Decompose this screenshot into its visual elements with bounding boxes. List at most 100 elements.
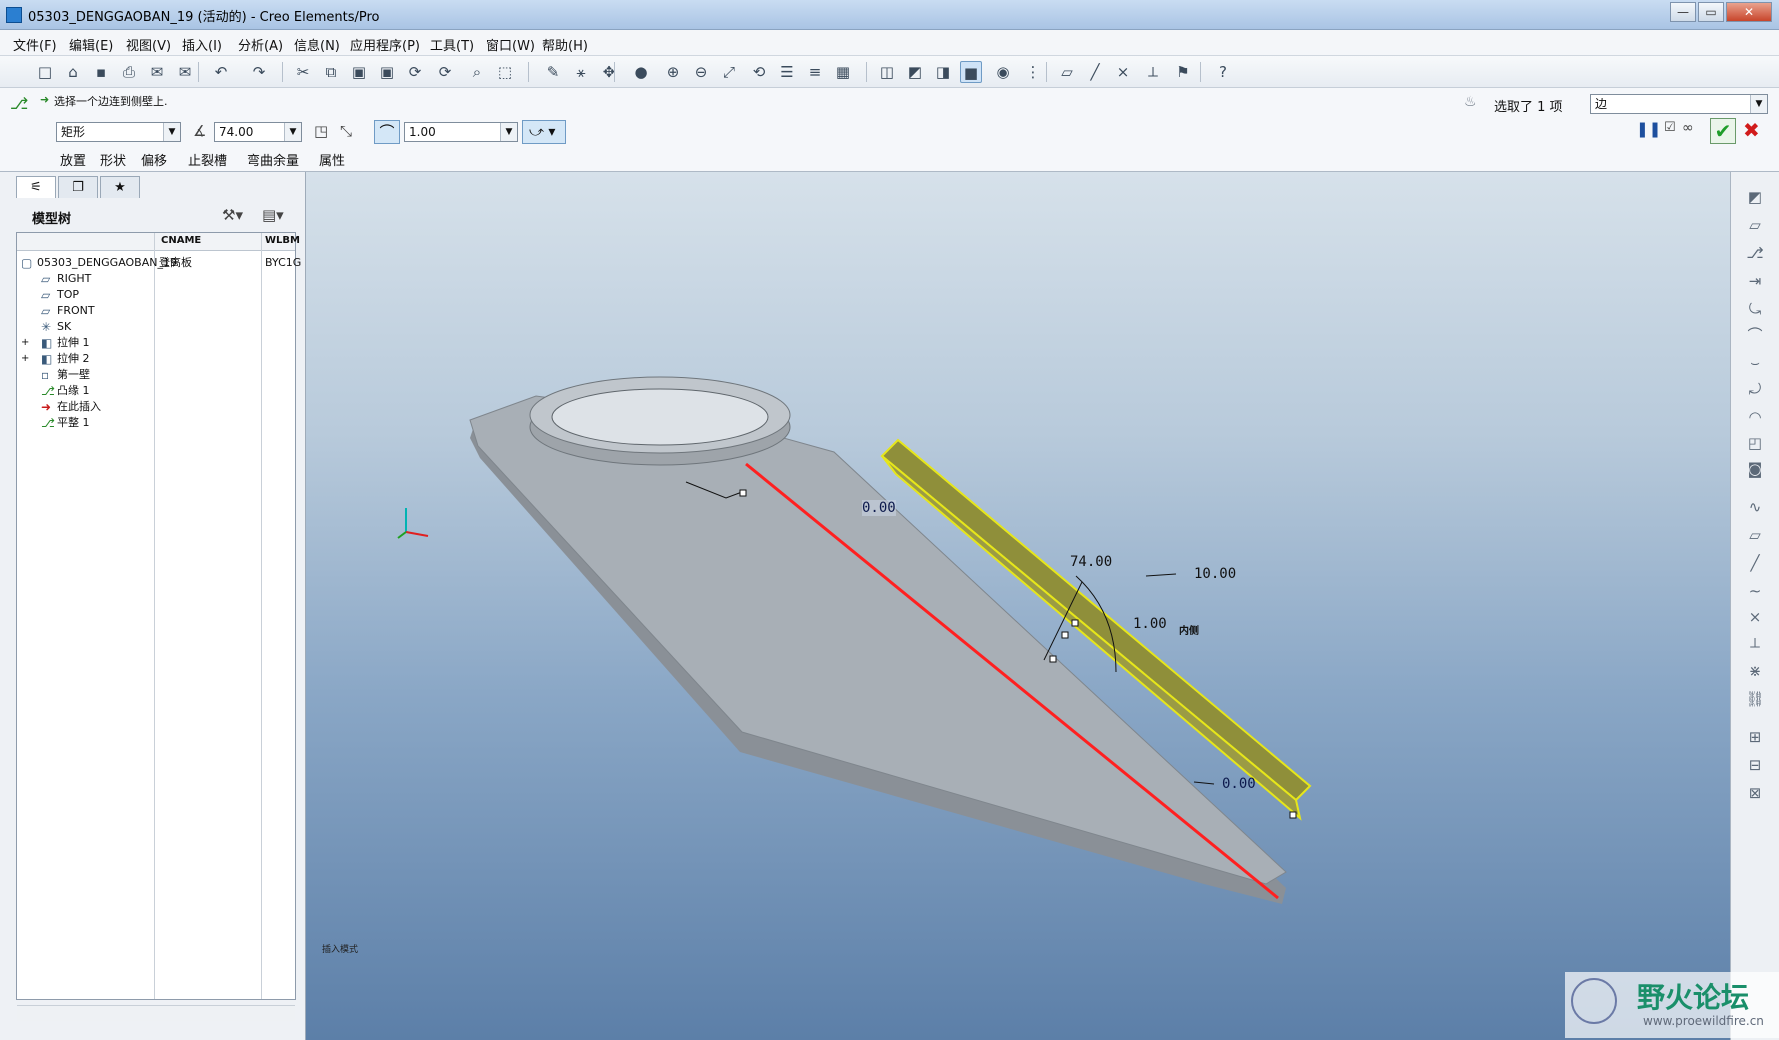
copy-icon[interactable]: ⧉ [320,61,342,83]
flatten-icon[interactable]: ⊠ [1743,782,1767,804]
zoom-out-icon[interactable]: ⊖ [690,61,712,83]
menu-edit[interactable]: 编辑(E) [69,35,113,54]
confirm-check-icon[interactable]: ✔ [1710,118,1736,144]
whats-this-icon[interactable]: ? [1212,61,1234,83]
bend-icon[interactable]: ⌒ [1743,324,1767,346]
model-tree-tab-icon[interactable]: ⚟ [16,176,56,198]
sketched-curve-icon[interactable]: ∼ [1743,580,1767,602]
tab-offset[interactable]: 偏移 [141,150,167,169]
unattached-wall-icon[interactable]: ◩ [1743,186,1767,208]
tab-shape[interactable]: 形状 [100,150,126,169]
sketch-shape-icon[interactable]: ◳ [314,122,328,140]
no-hidden-icon[interactable]: ◨ [932,61,954,83]
shape-select[interactable]: 矩形 ▼ [56,122,181,142]
tree-row[interactable]: ⎇ 凸缘 1 [17,383,295,399]
tree-row[interactable]: ▱ TOP [17,287,295,303]
conversion-icon[interactable]: ⊟ [1743,754,1767,776]
select-box-icon[interactable]: ⬚ [494,61,516,83]
close-button[interactable]: ✕ [1726,2,1772,22]
print-icon[interactable]: ⎙ [118,61,140,83]
insert-feature-icon[interactable]: ⊞ [1743,726,1767,748]
new-icon[interactable]: □ [34,61,56,83]
model-canvas[interactable] [306,172,1730,1040]
drag-handle[interactable] [1071,619,1079,627]
view-manager-icon[interactable]: ▦ [832,61,854,83]
regen-manager-icon[interactable]: ⟳ [434,61,456,83]
tree-row[interactable]: ⎇ 平整 1 [17,415,295,431]
menu-insert[interactable]: 插入(I) [182,35,222,54]
datum-plane-icon[interactable]: ▱ [1743,524,1767,546]
graphics-window[interactable]: 0.00 74.00 10.00 1.00 内侧 0.00 插入模式 [306,172,1730,1040]
paste-special-icon[interactable]: ▣ [376,61,398,83]
flip-direction-icon[interactable]: ⤡ [340,122,352,140]
menu-help[interactable]: 帮助(H) [542,35,588,54]
layers-icon[interactable]: ≡ [804,61,826,83]
radius-input[interactable]: 1.00 ▼ [404,122,518,142]
drag-handle[interactable] [1049,655,1057,663]
drag-handle[interactable] [1061,631,1069,639]
datum-axis-icon[interactable]: ╱ [1743,552,1767,574]
maximize-button[interactable]: ▭ [1698,2,1724,22]
tree-columns-icon[interactable]: ▤▾ [262,206,284,224]
paste-icon[interactable]: ▣ [348,61,370,83]
regenerate-icon[interactable]: ⟳ [404,61,426,83]
unbend-icon[interactable]: ⌣ [1743,352,1767,374]
datum-toggle-icon[interactable]: ⋮ [1022,61,1044,83]
minimize-button[interactable]: — [1670,2,1696,22]
bend-back-icon[interactable]: ⤾ [1743,378,1767,400]
hidden-line-icon[interactable]: ◩ [904,61,926,83]
flat-wall-icon[interactable]: ▱ [1743,214,1767,236]
datum-point-icon[interactable]: × [1112,61,1134,83]
edge-bend-icon[interactable]: ◠ [1743,406,1767,428]
column-header-cname[interactable]: CNAME [161,235,201,246]
tree-row[interactable]: ➜ 在此插入 [17,399,295,415]
offset-point-icon[interactable]: ⋇ [1743,660,1767,682]
csys-icon[interactable]: ⟂ [1142,61,1164,83]
preview-checkbox[interactable]: ☑ [1664,120,1676,135]
menu-applications[interactable]: 应用程序(P) [350,35,420,54]
expand-toggle-icon[interactable]: + [21,335,29,351]
extend-wall-icon[interactable]: ⇥ [1743,270,1767,292]
tree-row[interactable]: + ◧ 拉伸 2 [17,351,295,367]
email-link-icon[interactable]: ✉ [174,61,196,83]
angle-input[interactable]: 74.00 ▼ [214,122,302,142]
tab-properties[interactable]: 属性 [319,150,345,169]
tree-row[interactable]: ▫ 第一壁 [17,367,295,383]
column-header-wlbm[interactable]: WLBM [265,235,300,246]
tree-row[interactable]: ▱ RIGHT [17,271,295,287]
tree-row[interactable]: ✳ SK [17,319,295,335]
datum-axis-icon[interactable]: ╱ [1084,61,1106,83]
appearance-icon[interactable]: ● [630,61,652,83]
menu-analysis[interactable]: 分析(A) [238,35,283,54]
datum-plane-icon[interactable]: ▱ [1056,61,1078,83]
dim-angle[interactable]: 74.00 [1070,554,1112,570]
twist-wall-icon[interactable]: ⤿ [1743,298,1767,320]
open-icon[interactable]: ⌂ [62,61,84,83]
find-icon[interactable]: ⌕ [466,61,488,83]
bend-radius-toggle-icon[interactable]: ⌒ [374,120,400,144]
dim-radius-side[interactable]: 内侧 [1179,622,1199,637]
dim-offset-top[interactable]: 0.00 [862,500,896,516]
tree-row[interactable]: + ◧ 拉伸 1 [17,335,295,351]
csys-icon[interactable]: ⟂ [1743,632,1767,654]
drag-handle[interactable] [1289,811,1297,819]
datum-point-icon[interactable]: × [1743,606,1767,628]
dim-offset-bottom[interactable]: 0.00 [1222,776,1256,792]
tab-bend-allowance[interactable]: 弯曲余量 [247,150,299,169]
tree-row[interactable]: ▢ 05303_DENGGAOBAN_19 登高板 BYC1G [17,255,301,271]
menu-info[interactable]: 信息(N) [294,35,340,54]
corner-relief-icon[interactable]: ◰ [1743,432,1767,454]
drag-handle[interactable] [739,489,747,497]
spin-center-icon[interactable]: ✥ [598,61,620,83]
selection-filter-select[interactable]: 边 ▼ [1590,94,1768,114]
dim-radius[interactable]: 1.00 [1133,616,1167,632]
datum-curve-icon[interactable]: ∿ [1743,496,1767,518]
zoom-in-icon[interactable]: ⊕ [662,61,684,83]
preview-glasses-icon[interactable]: ∞ [1682,120,1694,136]
email-icon[interactable]: ✉ [146,61,168,83]
expand-toggle-icon[interactable]: + [21,351,29,367]
tree-settings-icon[interactable]: ⚒▾ [222,206,243,224]
datum-display-icon[interactable]: ⚹ [570,61,592,83]
undo-icon[interactable]: ↶ [210,61,232,83]
dim-length[interactable]: 10.00 [1194,566,1236,582]
